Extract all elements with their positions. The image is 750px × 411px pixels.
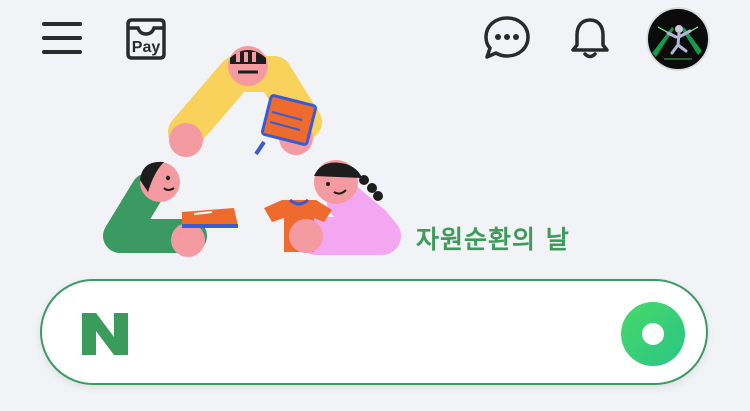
doodle-caption[interactable]: 자원순환의 날 bbox=[416, 220, 570, 256]
avatar[interactable] bbox=[646, 7, 710, 71]
menu-icon[interactable] bbox=[40, 18, 84, 58]
pink-figure bbox=[264, 160, 401, 255]
search-box[interactable] bbox=[40, 279, 708, 385]
avatar-image bbox=[646, 7, 710, 71]
green-figure bbox=[103, 161, 238, 257]
yellow-figure bbox=[168, 46, 322, 157]
naver-logo[interactable] bbox=[80, 311, 130, 357]
green-voice-search-icon[interactable] bbox=[620, 301, 686, 367]
search-input[interactable] bbox=[148, 305, 612, 363]
